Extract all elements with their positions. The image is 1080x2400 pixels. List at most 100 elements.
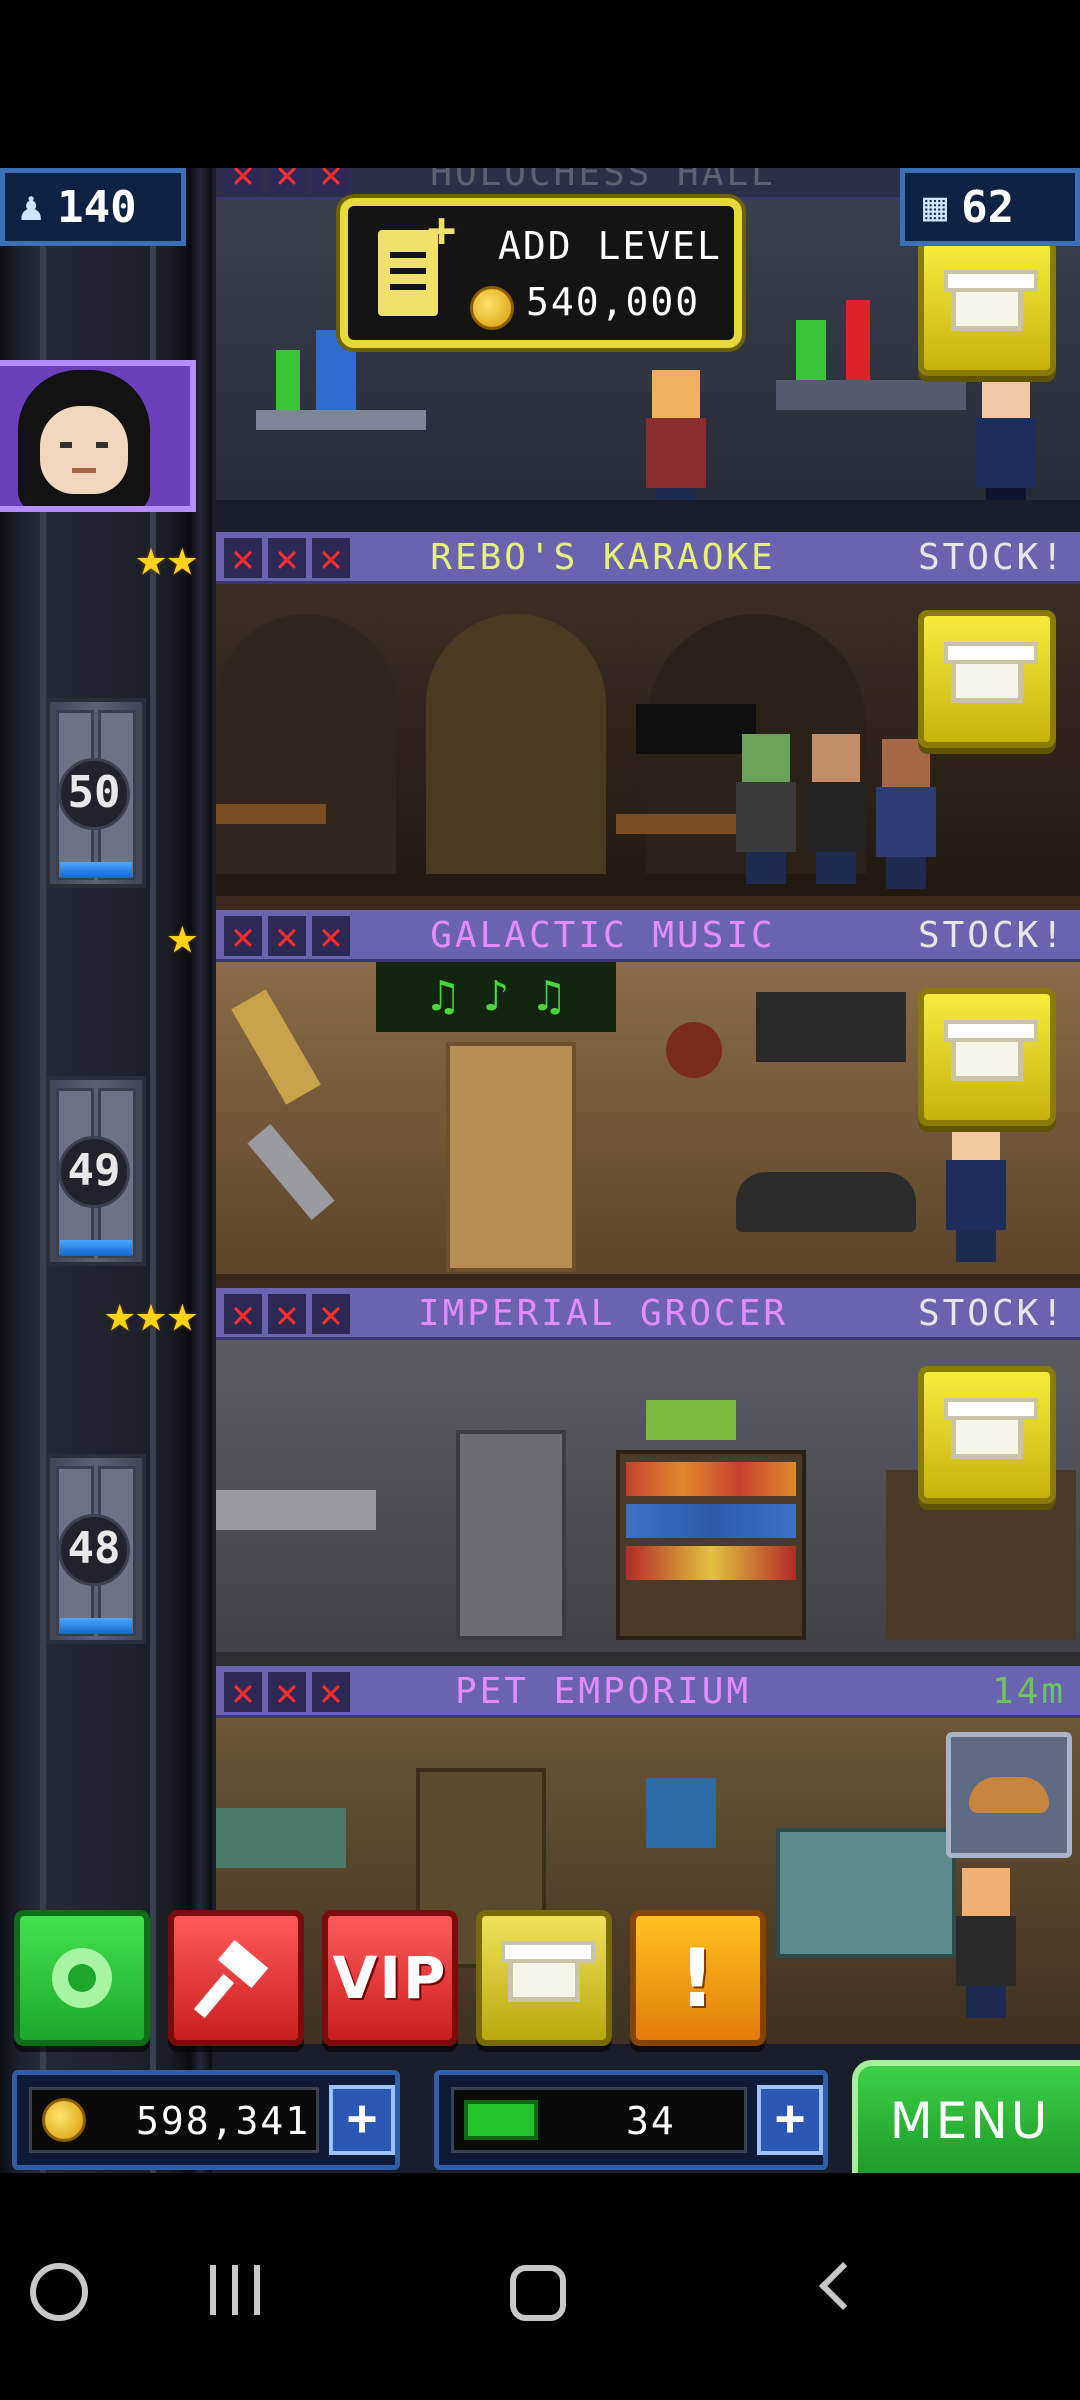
bux-display: 34 [451, 2087, 747, 2153]
back-icon[interactable] [818, 2261, 868, 2311]
drum-kit [736, 1172, 916, 1232]
floor-header: ✕ ✕ ✕ IMPERIAL GROCER STOCK! [216, 1288, 1080, 1340]
floor-base [216, 1274, 1080, 1288]
bitizen-character[interactable] [956, 1868, 1016, 2018]
alert-button[interactable]: ! [630, 1910, 766, 2046]
add-bux-button[interactable]: + [757, 2085, 823, 2155]
saxophone-icon [247, 1124, 335, 1220]
build-button[interactable] [168, 1910, 304, 2046]
coins-bar[interactable]: 598,341 + [12, 2070, 400, 2170]
bitizen-character[interactable] [876, 739, 936, 889]
floor-rating-stars: ★★ [135, 528, 198, 588]
vip-label: VIP [332, 1944, 448, 2012]
bitizen-character[interactable] [976, 370, 1036, 500]
avatar-face [40, 406, 128, 494]
floor-galactic-music[interactable]: ✕ ✕ ✕ GALACTIC MUSIC STOCK! ♫ ♪ ♫ [216, 910, 1080, 1288]
floor-status: STOCK! [917, 537, 1066, 578]
coin-icon [470, 286, 514, 330]
jellyfish-icon [52, 1948, 112, 2008]
box-icon [501, 1941, 595, 2002]
floor-base [216, 896, 1080, 910]
box-icon [944, 1398, 1038, 1459]
menu-button[interactable]: MENU [852, 2060, 1080, 2180]
bitizens-button[interactable] [14, 1910, 150, 2046]
coins-display: 598,341 [29, 2087, 319, 2153]
bux-icon [464, 2100, 538, 2140]
floor-x-marks: ✕ ✕ ✕ [224, 916, 350, 956]
elevator-floor-number: 49 [58, 1136, 130, 1208]
elevator-light [60, 1240, 132, 1256]
hammer-icon [193, 1939, 271, 2019]
holochess-table [256, 410, 426, 430]
stock-button[interactable] [918, 988, 1056, 1126]
bux-value: 34 [626, 2099, 676, 2143]
karaoke-door [426, 614, 606, 874]
bitizen-character[interactable] [646, 370, 706, 500]
bitizen-character[interactable] [736, 734, 796, 884]
aquarium [776, 1828, 956, 1958]
bitizen-avatar[interactable] [0, 360, 196, 512]
floor-status: STOCK! [917, 915, 1066, 956]
recent-apps-icon[interactable] [210, 2265, 260, 2315]
floor-x-marks: ✕ ✕ ✕ [224, 168, 350, 194]
guitar-icon [231, 989, 321, 1105]
floor-rebos-karaoke[interactable]: ✕ ✕ ✕ REBO'S KARAOKE STOCK! [216, 532, 1080, 910]
population-value: 140 [57, 181, 137, 233]
floors-value: 62 [961, 181, 1015, 233]
box-icon [944, 270, 1038, 331]
pet-icon [969, 1777, 1049, 1813]
music-display [756, 992, 906, 1062]
system-navigation-bar [0, 2173, 1080, 2400]
floor-name: HOLOCHESS HALL [430, 168, 776, 194]
floor-status: STOCK! [917, 1293, 1066, 1334]
population-counter[interactable]: ♟ 140 [0, 168, 186, 246]
coins-value: 598,341 [136, 2099, 311, 2143]
arch-window [216, 614, 396, 874]
instrument-icon [666, 1022, 722, 1078]
floor-name: REBO'S KARAOKE [430, 537, 776, 578]
music-notes-sign: ♫ ♪ ♫ [376, 962, 616, 1032]
pet-item-button[interactable] [946, 1732, 1072, 1858]
stock-all-button[interactable] [476, 1910, 612, 2046]
add-level-button[interactable]: ADD LEVEL 540,000 [340, 198, 742, 348]
add-coins-button[interactable]: + [329, 2085, 395, 2155]
counter [216, 1490, 376, 1530]
hologram-figure [796, 320, 826, 380]
stock-button[interactable] [918, 238, 1056, 376]
floor-x-marks: ✕ ✕ ✕ [224, 1672, 350, 1712]
elevator-light [60, 1618, 132, 1634]
shop-door [446, 1042, 576, 1272]
stock-button[interactable] [918, 610, 1056, 748]
alert-icon: ! [678, 1931, 718, 2025]
add-floor-icon [378, 202, 456, 316]
floors-counter[interactable]: ▦ 62 [900, 168, 1080, 246]
home-icon[interactable] [510, 2265, 566, 2321]
elevator-light [60, 862, 132, 878]
floor-header: ✕ ✕ ✕ REBO'S KARAOKE STOCK! [216, 532, 1080, 584]
table [216, 804, 326, 824]
floor-name: PET EMPORIUM [454, 1671, 752, 1712]
status-bar [0, 0, 1080, 168]
game-view[interactable]: 50 49 48 ★★ ★ ★★★ ✕ ✕ ✕ HOLOCHESS HALL +… [0, 168, 1080, 2173]
person-icon: ♟ [19, 184, 44, 230]
elevator-floor-number: 48 [58, 1514, 130, 1586]
add-level-cost: 540,000 [526, 280, 701, 324]
bitizen-character[interactable] [806, 734, 866, 884]
produce [646, 1400, 736, 1440]
holochess-table [776, 380, 966, 410]
bitizen-character[interactable] [946, 1112, 1006, 1262]
grocer-door [456, 1430, 566, 1640]
floor-imperial-grocer[interactable]: ✕ ✕ ✕ IMPERIAL GROCER STOCK! [216, 1288, 1080, 1666]
floor-base [216, 1652, 1080, 1666]
box-icon [944, 1020, 1038, 1081]
bux-bar[interactable]: 34 + [434, 2070, 828, 2170]
floor-x-marks: ✕ ✕ ✕ [224, 1294, 350, 1334]
building-icon: ▦ [923, 184, 948, 230]
vip-button[interactable]: VIP [322, 1910, 458, 2046]
add-level-label: ADD LEVEL [498, 224, 722, 268]
game-launcher-icon[interactable] [30, 2263, 88, 2321]
fish-poster [646, 1778, 716, 1848]
stock-button[interactable] [918, 1366, 1056, 1504]
coin-icon [42, 2098, 86, 2142]
floor-header: ✕ ✕ ✕ PET EMPORIUM 14m [216, 1666, 1080, 1718]
